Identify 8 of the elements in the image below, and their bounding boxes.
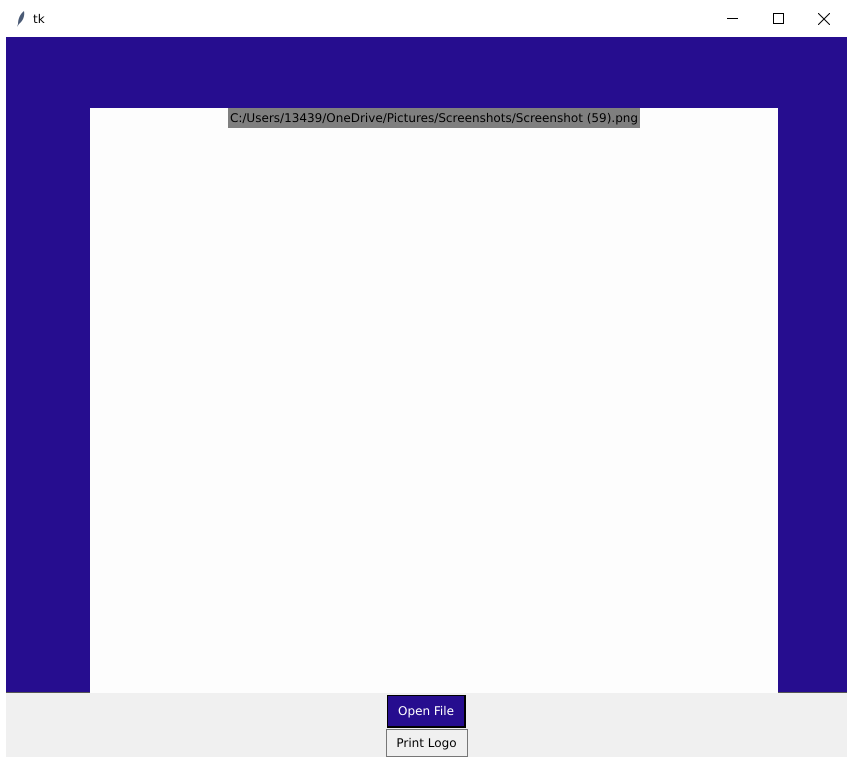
close-icon <box>818 12 830 24</box>
window-title: tk <box>33 10 45 28</box>
print-button[interactable]: Print Logo <box>386 729 468 757</box>
maximize-icon <box>772 13 784 24</box>
feather-icon <box>17 10 25 26</box>
file-path-label: C:/Users/13439/OneDrive/Pictures/Screenshots/Screenshot (59).png <box>228 108 640 128</box>
open-file-button[interactable]: Open File <box>387 695 466 728</box>
minimize-icon <box>726 18 738 19</box>
